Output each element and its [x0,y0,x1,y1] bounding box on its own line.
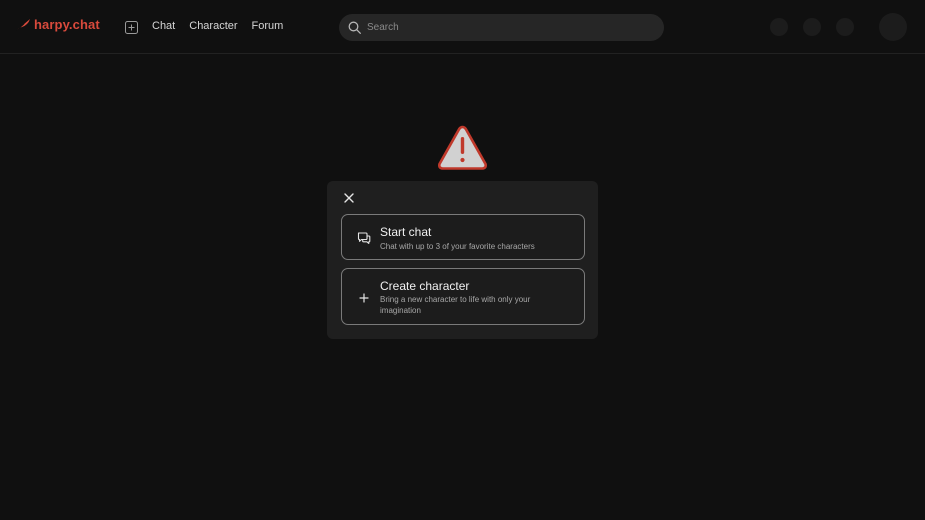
nav-character[interactable]: Character [189,20,237,32]
header-icon-button-3[interactable] [836,18,854,36]
start-chat-description: Chat with up to 3 of your favorite chara… [380,242,535,251]
nav-chat[interactable]: Chat [152,20,175,32]
create-character-description: Bring a new character to life with only … [380,295,531,315]
create-character-option[interactable]: Create character Bring a new character t… [341,268,585,325]
top-navigation-bar: harpy.chat Chat Character Forum [0,0,925,54]
nav-forum[interactable]: Forum [252,20,284,32]
header-icon-button-1[interactable] [770,18,788,36]
search-icon [348,21,361,34]
search-input[interactable] [367,22,647,33]
feather-logo-icon [15,18,30,31]
logo-text: harpy.chat [34,17,100,32]
avatar[interactable] [879,13,907,41]
start-chat-title: Start chat [380,225,432,239]
create-modal: Start chat Chat with up to 3 of your fav… [327,181,598,339]
warning-icon [438,125,487,170]
header-icon-button-2[interactable] [803,18,821,36]
new-chat-icon[interactable] [125,21,138,34]
chat-bubbles-icon [357,232,371,245]
close-icon[interactable] [342,191,356,205]
plus-icon [359,293,369,303]
start-chat-option[interactable]: Start chat Chat with up to 3 of your fav… [341,214,585,260]
search-bar[interactable] [339,14,664,41]
main-nav: Chat Character Forum [152,20,283,32]
logo[interactable]: harpy.chat [15,17,100,32]
create-character-title: Create character [380,279,470,293]
